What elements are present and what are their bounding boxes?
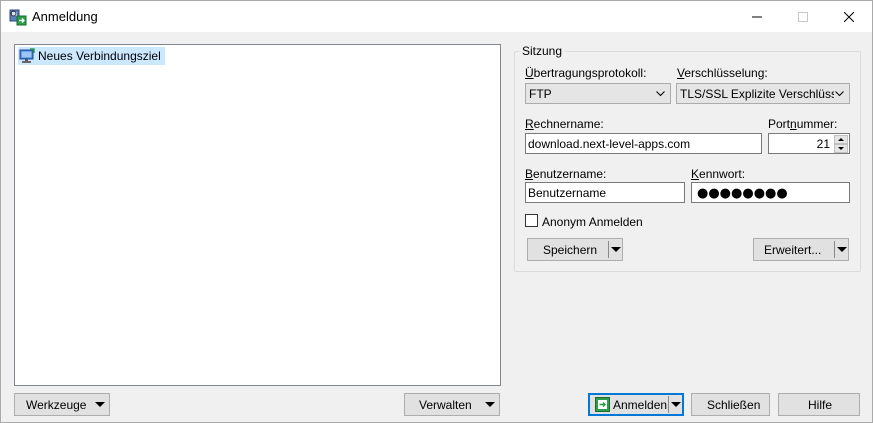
window-title: Anmeldung [32,9,98,24]
protocol-select[interactable]: FTP [525,83,671,104]
chevron-down-icon [95,402,105,407]
port-increment-button[interactable] [834,135,848,144]
encryption-label: Verschlüsselung: [677,66,768,80]
protocol-label: Übertragungsprotokoll: [525,66,647,80]
login-button[interactable]: Anmelden [588,393,684,416]
close-dialog-button[interactable]: Schließen [691,393,770,416]
host-input[interactable] [526,134,761,153]
maximize-icon [798,11,808,22]
encryption-select[interactable]: TLS/SSL Explizite Verschlüsselun [676,83,850,104]
password-field[interactable]: ●●●●●●●● [691,182,850,203]
tree-item-new-site[interactable]: Neues Verbindungsziel [18,47,165,65]
password-masked-value: ●●●●●●●● [697,186,788,201]
host-field[interactable] [525,133,762,154]
maximize-button[interactable] [780,1,826,32]
login-icon [595,397,610,412]
login-dialog: Anmeldung Neues Verbindungsziel Werkzeug… [0,0,873,423]
chevron-down-icon [485,402,495,407]
encryption-value: TLS/SSL Explizite Verschlüsselun [680,87,834,101]
site-tree[interactable]: Neues Verbindungsziel [14,44,501,386]
login-label: Anmelden [613,398,668,412]
anonymous-label[interactable]: Anonym Anmelden [542,215,643,229]
help-label: Hilfe [808,398,833,412]
title-bar: Anmeldung [1,1,872,32]
tree-item-label: Neues Verbindungsziel [38,49,161,63]
chevron-down-icon[interactable] [671,402,681,407]
computer-icon [19,48,35,63]
password-label: Kennwort: [691,167,746,181]
port-stepper[interactable]: 21 [768,133,850,154]
split-separator [668,396,669,413]
chevron-down-icon [656,91,665,97]
host-label: Rechnername: [525,117,604,131]
save-label: Speichern [543,243,598,257]
advanced-label: Erweitert... [764,243,822,257]
username-input[interactable] [526,183,684,202]
port-label: Portnummer: [768,117,838,131]
username-field[interactable] [525,182,685,203]
manage-label: Verwalten [419,398,472,412]
close-button[interactable] [826,1,872,32]
username-label: Benutzername: [525,167,607,181]
port-value: 21 [816,137,830,151]
help-button[interactable]: Hilfe [778,393,860,416]
manage-button[interactable]: Verwalten [404,393,500,416]
session-group-title: Sitzung [519,44,566,58]
anonymous-checkbox[interactable] [525,214,538,227]
split-separator [608,241,609,258]
save-button[interactable]: Speichern [527,238,623,261]
close-label: Schließen [707,398,761,412]
minimize-button[interactable] [734,1,780,32]
tools-label: Werkzeuge [26,398,87,412]
tools-button[interactable]: Werkzeuge [14,393,110,416]
app-icon [9,9,27,26]
protocol-value: FTP [529,87,552,101]
split-separator [834,241,835,258]
chevron-down-icon[interactable] [837,247,847,252]
chevron-down-icon [835,91,844,97]
minimize-icon [752,16,762,17]
chevron-down-icon[interactable] [611,247,621,252]
close-icon [844,11,854,22]
port-decrement-button[interactable] [834,144,848,153]
advanced-button[interactable]: Erweitert... [753,238,849,261]
